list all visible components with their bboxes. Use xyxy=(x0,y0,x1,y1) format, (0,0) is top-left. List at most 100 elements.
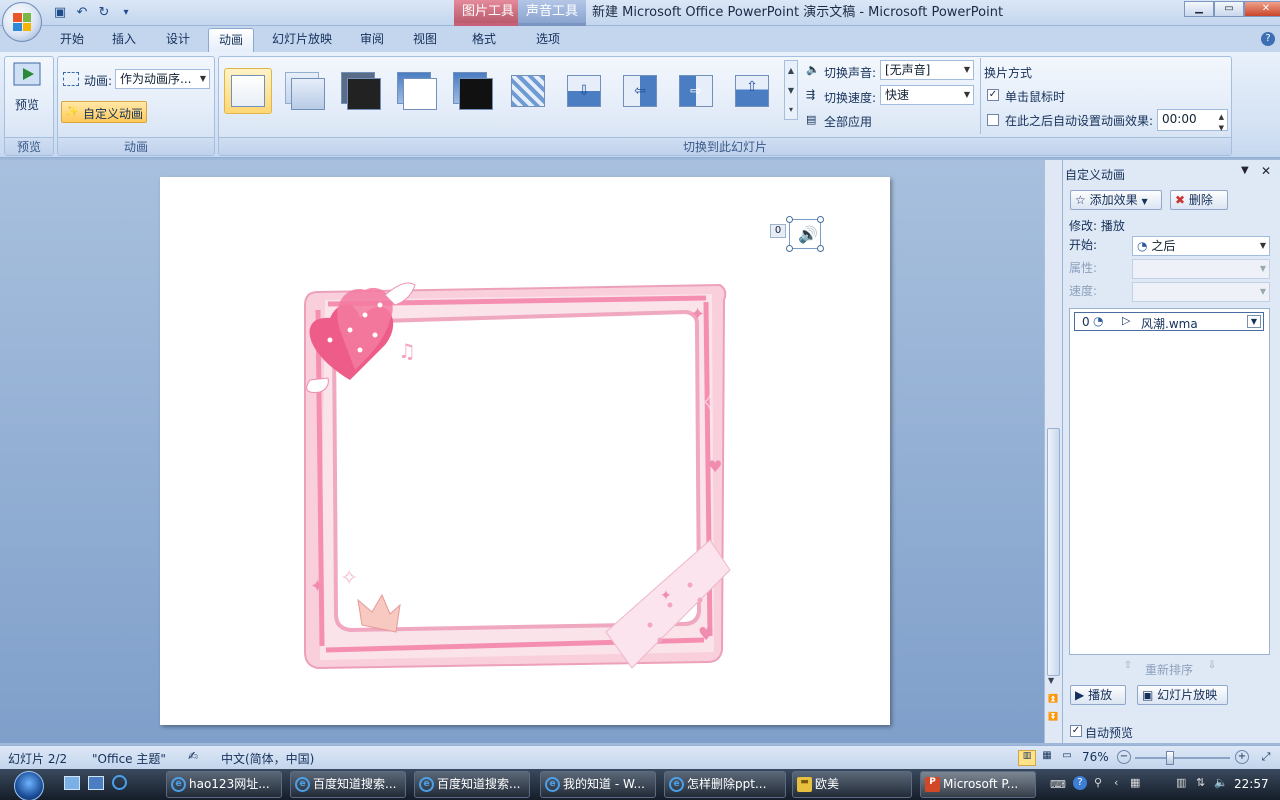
animation-list[interactable] xyxy=(1069,308,1270,655)
animation-list-item[interactable]: 0 ◔ ▷ 风潮.wma ▼ xyxy=(1074,312,1264,331)
transition-cut[interactable] xyxy=(392,68,440,114)
on-click-checkbox[interactable]: ✓ xyxy=(987,89,999,101)
transition-dissolve[interactable] xyxy=(504,68,552,114)
taskbar-item[interactable]: e 怎样删除ppt... xyxy=(664,771,786,798)
transition-speed-dropdown[interactable]: 快速 ▼ xyxy=(880,85,974,105)
animation-dropdown[interactable]: 作为动画序... ▼ xyxy=(115,69,210,89)
tab-slideshow[interactable]: 幻灯片放映 xyxy=(262,28,342,52)
transition-cut-black[interactable] xyxy=(448,68,496,114)
transition-wipe-up[interactable]: ⇧ xyxy=(728,68,776,114)
undo-icon[interactable]: ↶ xyxy=(74,5,90,21)
gallery-up-icon[interactable]: ▲ xyxy=(785,61,797,81)
pane-options-icon[interactable]: ▼ xyxy=(1241,165,1249,176)
sound-object[interactable]: 🔊 xyxy=(786,216,824,252)
transition-wipe-down[interactable]: ⇩ xyxy=(560,68,608,114)
normal-view-icon[interactable]: ▥ xyxy=(1018,750,1036,766)
theme-name[interactable]: "Office 主题" xyxy=(92,750,166,767)
tab-view[interactable]: 视图 xyxy=(403,28,447,52)
show-desktop-icon[interactable] xyxy=(64,776,80,790)
taskbar-item[interactable]: e 我的知道 - W... xyxy=(540,771,656,798)
help-icon[interactable]: ? xyxy=(1261,32,1275,46)
tab-insert[interactable]: 插入 xyxy=(102,28,146,52)
language-status[interactable]: 中文(简体，中国) xyxy=(221,750,314,767)
customize-qat-icon[interactable]: ▾ xyxy=(118,5,134,21)
scroll-down-icon[interactable]: ▼ xyxy=(1048,676,1054,685)
gallery-down-icon[interactable]: ▼ xyxy=(785,81,797,101)
preview-icon[interactable] xyxy=(12,60,44,90)
spin-down-icon[interactable]: ▼ xyxy=(1219,119,1224,137)
window-switch-icon[interactable] xyxy=(88,776,104,790)
minimize-button[interactable]: ▁ xyxy=(1184,1,1214,17)
taskbar-item-active[interactable]: P Microsoft P... xyxy=(920,771,1036,798)
slide-scrollbar[interactable]: ▼ ⏫ ⏬ xyxy=(1044,160,1062,743)
close-button[interactable]: ✕ xyxy=(1244,1,1280,17)
tab-home[interactable]: 开始 xyxy=(50,28,94,52)
transition-wipe-right[interactable]: ⇨ xyxy=(672,68,720,114)
slideshow-button[interactable]: ▣ 幻灯片放映 xyxy=(1137,685,1228,705)
tray-status-icon[interactable]: ▥ xyxy=(1176,776,1186,789)
keyboard-icon[interactable]: ⌨ xyxy=(1050,778,1066,791)
spellcheck-icon[interactable]: ✍ xyxy=(188,749,198,763)
fit-window-icon[interactable]: ⤢ xyxy=(1258,750,1274,766)
zoom-slider-track[interactable] xyxy=(1135,757,1230,759)
zoom-in-icon[interactable]: + xyxy=(1235,750,1249,764)
folder-icon: ▬ xyxy=(797,777,812,792)
pane-close-icon[interactable]: ✕ xyxy=(1261,164,1271,178)
taskbar-item[interactable]: e 百度知道搜索... xyxy=(414,771,530,798)
tab-format[interactable]: 格式 xyxy=(462,28,506,52)
help-tray-icon[interactable]: ? xyxy=(1073,776,1087,790)
autopreview-checkbox[interactable]: ✓ xyxy=(1070,725,1082,737)
apply-all-button[interactable]: 全部应用 xyxy=(824,113,872,130)
tray-tool-icon[interactable]: ⚲ xyxy=(1094,776,1102,789)
custom-animation-button[interactable]: ✨ 自定义动画 xyxy=(61,101,147,123)
next-slide-icon[interactable]: ⏬ xyxy=(1048,712,1058,721)
transition-sound-dropdown[interactable]: [无声音] ▼ xyxy=(880,60,974,80)
add-effect-button[interactable]: ☆ 添加效果 ▼ xyxy=(1070,190,1162,210)
transition-wipe-left[interactable]: ⇦ xyxy=(616,68,664,114)
taskbar-item[interactable]: e 百度知道搜索... xyxy=(290,771,406,798)
start-dropdown[interactable]: ◔ 之后 ▼ xyxy=(1132,236,1270,256)
redo-icon[interactable]: ↻ xyxy=(96,5,112,21)
save-icon[interactable]: ▣ xyxy=(52,5,68,21)
start-button[interactable] xyxy=(4,770,52,800)
office-button[interactable] xyxy=(2,2,42,42)
move-down-icon[interactable]: ⇩ xyxy=(1204,660,1220,676)
taskbar-item[interactable]: e hao123网址... xyxy=(166,771,282,798)
reading-view-icon[interactable]: ▭ xyxy=(1058,750,1076,766)
gallery-more-icon[interactable]: ▾ xyxy=(785,101,797,119)
move-up-icon[interactable]: ⇧ xyxy=(1120,660,1136,676)
zoom-slider-thumb[interactable] xyxy=(1166,751,1174,765)
zoom-level[interactable]: 76% xyxy=(1082,750,1109,764)
auto-after-checkbox[interactable] xyxy=(987,114,999,126)
tab-animations[interactable]: 动画 xyxy=(208,28,255,52)
network-icon[interactable]: ▦ xyxy=(1130,776,1140,789)
network-status-icon[interactable]: ⇅ xyxy=(1196,776,1205,789)
prev-slide-icon[interactable]: ⏫ xyxy=(1048,694,1058,703)
auto-after-time-input[interactable]: 00:00 ▲ ▼ xyxy=(1157,109,1228,132)
tray-expand-icon[interactable]: ‹ xyxy=(1114,776,1118,789)
pink-frame-image[interactable]: ♫ ✦ ✧ ♥ ♥ ✧ ✦ ✦ xyxy=(160,177,890,725)
scroll-thumb[interactable] xyxy=(1047,428,1060,676)
ie-quicklaunch-icon[interactable] xyxy=(112,775,127,790)
remove-button[interactable]: ✖ 删除 xyxy=(1170,190,1228,210)
tab-design[interactable]: 设计 xyxy=(156,28,200,52)
volume-icon[interactable]: 🔈 xyxy=(1214,776,1228,789)
gallery-scroll[interactable]: ▲ ▼ ▾ xyxy=(784,60,798,120)
clock[interactable]: 22:57 xyxy=(1234,777,1269,791)
tab-options[interactable]: 选项 xyxy=(526,28,570,52)
tab-review[interactable]: 审阅 xyxy=(350,28,394,52)
zoom-out-icon[interactable]: − xyxy=(1117,750,1131,764)
preview-button[interactable]: 预览 xyxy=(15,96,39,113)
taskbar-item[interactable]: ▬ 欧美 xyxy=(792,771,912,798)
chevron-down-icon[interactable]: ▼ xyxy=(1247,315,1261,328)
transition-speed-label: 切换速度: xyxy=(824,91,877,105)
slide-canvas[interactable]: ♫ ✦ ✧ ♥ ♥ ✧ ✦ ✦ xyxy=(160,177,890,725)
play-button[interactable]: ▶ 播放 xyxy=(1070,685,1126,705)
maximize-button[interactable]: ▭ xyxy=(1214,1,1244,17)
context-tab-picture-tools[interactable]: 图片工具 xyxy=(454,0,523,26)
transition-none[interactable] xyxy=(224,68,272,114)
transition-fade-black[interactable] xyxy=(336,68,384,114)
transition-fade-smooth[interactable] xyxy=(280,68,328,114)
context-tab-sound-tools[interactable]: 声音工具 xyxy=(518,0,587,26)
sorter-view-icon[interactable]: ▦ xyxy=(1038,750,1056,766)
